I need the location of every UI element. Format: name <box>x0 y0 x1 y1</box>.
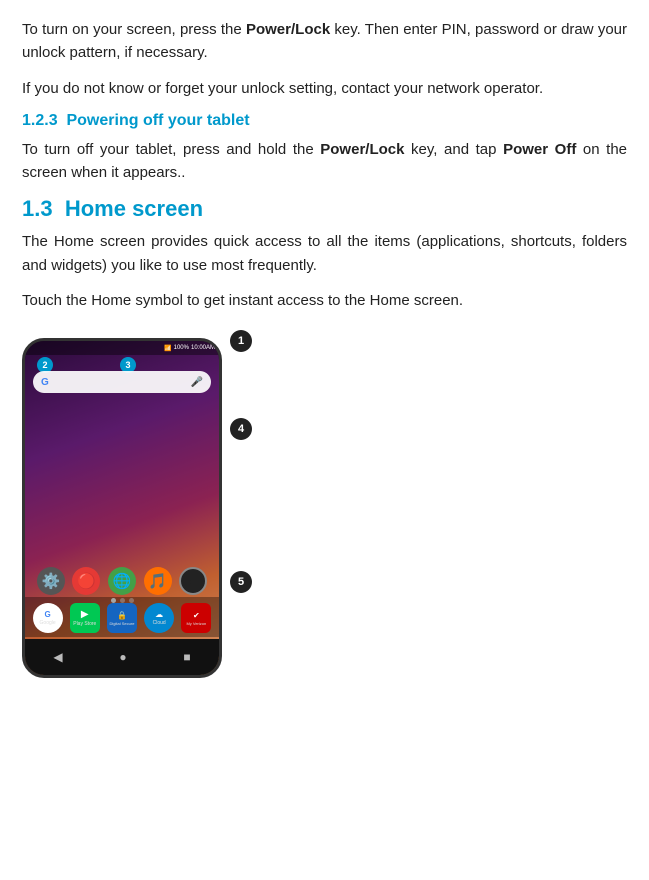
callout-4: 4 <box>230 418 252 440</box>
tray-icon-bar: ⚙️ 🔴 🌐 🎵 ● <box>25 567 219 595</box>
phone-mockup: 1 4 5 📶 100% 10:00AM 2 3 G 🎤 <box>22 338 222 678</box>
search-bar-area: G 🎤 <box>33 371 211 393</box>
tray-icon-dark[interactable]: ● <box>179 567 207 595</box>
section-title-1-3: Home screen <box>65 196 203 221</box>
section-num-1-3: 1.3 <box>22 196 53 221</box>
para1-text: To turn on your screen, press the <box>22 21 246 38</box>
dock-digital-secure[interactable]: 🔒 Digital Secure <box>107 603 137 633</box>
power-lock-bold-2: Power/Lock <box>320 141 404 158</box>
section-num-1-2-3: 1.2.3 <box>22 112 58 129</box>
mic-icon: 🎤 <box>191 377 203 388</box>
google-logo: G <box>41 377 49 388</box>
dock-area: G Google ▶ Play Store 🔒 Digital Secure ☁… <box>25 597 219 637</box>
phone-screen: 📶 100% 10:00AM 2 3 G 🎤 <box>25 341 219 675</box>
back-button[interactable]: ◀ <box>53 650 62 664</box>
paragraph-5: Touch the Home symbol to get instant acc… <box>22 289 627 312</box>
tray-icon-chrome[interactable]: 🌐 <box>108 567 136 595</box>
callout-1: 1 <box>230 330 252 352</box>
callout-5: 5 <box>230 571 252 593</box>
dock-playstore[interactable]: ▶ Play Store <box>70 603 100 633</box>
dock-myverizon[interactable]: ✔ My Verizon <box>181 603 211 633</box>
nav-bar: ◀ ● ■ <box>25 639 219 675</box>
power-off-bold: Power Off <box>503 141 576 158</box>
battery-icon: 100% <box>174 345 189 351</box>
section-heading-1-3: 1.3 Home screen <box>22 196 627 222</box>
dock-google[interactable]: G Google <box>33 603 63 633</box>
tray-icon-red[interactable]: 🔴 <box>72 567 100 595</box>
tray-icon-settings[interactable]: ⚙️ <box>37 567 65 595</box>
google-search-bar[interactable]: G 🎤 <box>33 371 211 393</box>
para3-start: To turn off your tablet, press and hold … <box>22 141 320 158</box>
power-lock-bold-1: Power/Lock <box>246 21 330 38</box>
phone-frame: 📶 100% 10:00AM 2 3 G 🎤 <box>22 338 222 678</box>
time-display: 10:00AM <box>191 345 215 351</box>
tray-icon-orange[interactable]: 🎵 <box>144 567 172 595</box>
status-icons: 📶 100% 10:00AM <box>164 345 215 352</box>
dock-cloud[interactable]: ☁ Cloud <box>144 603 174 633</box>
home-button[interactable]: ● <box>119 650 126 664</box>
signal-icon: 📶 <box>164 345 171 352</box>
dock-icons-row: G Google ▶ Play Store 🔒 Digital Secure ☁… <box>29 603 215 633</box>
paragraph-4: The Home screen provides quick access to… <box>22 230 627 277</box>
paragraph-2: If you do not know or forget your unlock… <box>22 77 627 100</box>
paragraph-1: To turn on your screen, press the Power/… <box>22 18 627 65</box>
paragraph-3: To turn off your tablet, press and hold … <box>22 138 627 185</box>
recents-button[interactable]: ■ <box>183 650 190 664</box>
status-bar: 📶 100% 10:00AM <box>25 341 219 355</box>
para3-mid: key, and tap <box>404 141 503 158</box>
section-title-1-2-3: Powering off your tablet <box>66 112 249 129</box>
section-heading-1-2-3: 1.2.3 Powering off your tablet <box>22 112 627 130</box>
